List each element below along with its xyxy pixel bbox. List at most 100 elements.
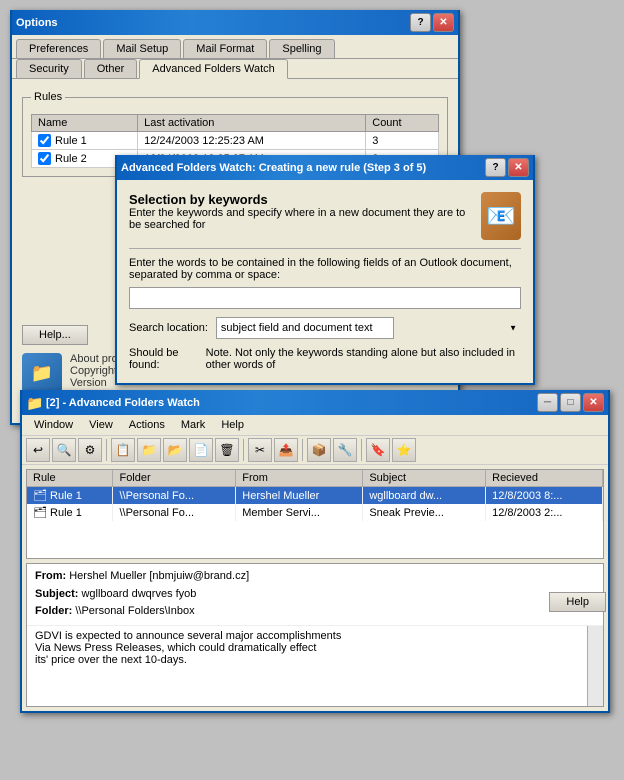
afw-maximize-btn[interactable]: □ bbox=[560, 393, 581, 412]
wizard-title: Advanced Folders Watch: Creating a new r… bbox=[121, 162, 485, 174]
search-location-wrapper: subject field and document text bbox=[216, 317, 521, 339]
menu-help[interactable]: Help bbox=[213, 417, 252, 433]
wizard-content: Selection by keywords Enter the keywords… bbox=[117, 180, 533, 383]
should-be-found-row: Should be found: Note. Not only the keyw… bbox=[129, 347, 521, 371]
table-row[interactable]: Rule 1 12/24/2003 12:25:23 AM 3 bbox=[32, 132, 439, 150]
options-tabs-row1: Preferences Mail Setup Mail Format Spell… bbox=[12, 35, 458, 59]
row2-rule: 🗂 Rule 1 bbox=[27, 504, 113, 521]
rule1-last-activation: 12/24/2003 12:25:23 AM bbox=[138, 132, 366, 150]
help-button[interactable]: Help... bbox=[22, 325, 88, 345]
row1-rule: 🗂 Rule 1 bbox=[27, 487, 113, 505]
tab-mail-format[interactable]: Mail Format bbox=[183, 39, 267, 58]
toolbar-btn-2[interactable]: 🔍 bbox=[52, 438, 76, 462]
toolbar-sep-2 bbox=[243, 439, 244, 461]
afw-help-button-overlay[interactable]: Help bbox=[549, 592, 606, 612]
menu-window[interactable]: Window bbox=[26, 417, 81, 433]
menu-view[interactable]: View bbox=[81, 417, 121, 433]
tab-other[interactable]: Other bbox=[84, 59, 138, 78]
toolbar-btn-7[interactable]: 📄 bbox=[189, 438, 213, 462]
preview-subject-row: Subject: wgllboard dwqrves fyob bbox=[35, 586, 595, 604]
tab-advanced-folders[interactable]: Advanced Folders Watch bbox=[139, 59, 287, 79]
preview-subject-label: Subject: bbox=[35, 588, 78, 600]
menu-actions[interactable]: Actions bbox=[121, 417, 173, 433]
rule2-checkbox[interactable] bbox=[38, 152, 51, 165]
preview-scrollbar[interactable] bbox=[587, 626, 603, 706]
preview-from-row: From: Hershel Mueller [nbmjuiw@brand.cz] bbox=[35, 568, 595, 586]
rule1-checkbox[interactable] bbox=[38, 134, 51, 147]
note-text: Note. Not only the keywords standing alo… bbox=[206, 347, 521, 371]
table-row[interactable]: 🗂 Rule 1 \\Personal Fo... Member Servi..… bbox=[27, 504, 603, 521]
preview-subject-value: wgllboard dwqrves fyob bbox=[81, 588, 196, 600]
afw-minimize-btn[interactable]: ─ bbox=[537, 393, 558, 412]
wizard-divider bbox=[129, 248, 521, 249]
should-be-found-label: Should be found: bbox=[129, 347, 198, 371]
rules-group-label: Rules bbox=[31, 91, 65, 103]
toolbar-btn-10[interactable]: 📤 bbox=[274, 438, 298, 462]
toolbar-btn-1[interactable]: ↩ bbox=[26, 438, 50, 462]
afw-col-subject: Subject bbox=[363, 470, 486, 487]
toolbar-btn-14[interactable]: ⭐ bbox=[392, 438, 416, 462]
toolbar-btn-9[interactable]: ✂ bbox=[248, 438, 272, 462]
table-row[interactable]: 🗂 Rule 1 \\Personal Fo... Hershel Muelle… bbox=[27, 487, 603, 505]
preview-header: From: Hershel Mueller [nbmjuiw@brand.cz]… bbox=[27, 564, 603, 626]
afw-col-received: Recieved bbox=[486, 470, 603, 487]
toolbar-btn-8[interactable]: 🗑 bbox=[215, 438, 239, 462]
afw-preview: From: Hershel Mueller [nbmjuiw@brand.cz]… bbox=[26, 563, 604, 707]
col-count: Count bbox=[366, 115, 439, 132]
afw-title-bar: 📁 [2] - Advanced Folders Watch ─ □ ✕ bbox=[22, 390, 608, 415]
toolbar-sep-3 bbox=[302, 439, 303, 461]
tab-mail-setup[interactable]: Mail Setup bbox=[103, 39, 181, 58]
tab-security[interactable]: Security bbox=[16, 59, 82, 78]
toolbar-btn-5[interactable]: 📁 bbox=[137, 438, 161, 462]
wizard-header-row: Selection by keywords Enter the keywords… bbox=[129, 192, 521, 240]
options-close-btn[interactable]: ✕ bbox=[433, 13, 454, 32]
toolbar-btn-12[interactable]: 🔧 bbox=[333, 438, 357, 462]
search-location-row: Search location: subject field and docum… bbox=[129, 317, 521, 339]
menu-mark[interactable]: Mark bbox=[173, 417, 213, 433]
wizard-title-bar: Advanced Folders Watch: Creating a new r… bbox=[117, 155, 533, 180]
preview-folder-value: \\Personal Folders\Inbox bbox=[75, 605, 194, 617]
row1-from: Hershel Mueller bbox=[236, 487, 363, 505]
afw-close-btn[interactable]: ✕ bbox=[583, 393, 604, 412]
preview-folder-label: Folder: bbox=[35, 605, 72, 617]
col-last-activation: Last activation bbox=[138, 115, 366, 132]
toolbar-btn-11[interactable]: 📦 bbox=[307, 438, 331, 462]
options-title: Options bbox=[16, 17, 410, 29]
options-tabs-row2: Security Other Advanced Folders Watch bbox=[12, 59, 458, 79]
preview-from-value: Hershel Mueller [nbmjuiw@brand.cz] bbox=[69, 570, 249, 582]
tab-preferences[interactable]: Preferences bbox=[16, 39, 101, 58]
row2-folder: \\Personal Fo... bbox=[113, 504, 236, 521]
toolbar-btn-3[interactable]: ⚙ bbox=[78, 438, 102, 462]
rule1-count: 3 bbox=[366, 132, 439, 150]
wizard-window: Advanced Folders Watch: Creating a new r… bbox=[115, 155, 535, 385]
options-help-title-btn[interactable]: ? bbox=[410, 13, 431, 32]
preview-body: GDVI is expected to announce several maj… bbox=[27, 626, 603, 706]
col-name: Name bbox=[32, 115, 138, 132]
row2-received: 12/8/2003 2:... bbox=[486, 504, 603, 521]
row1-rule-icon: 🗂 bbox=[33, 490, 47, 502]
wizard-close-btn[interactable]: ✕ bbox=[508, 158, 529, 177]
search-location-select[interactable]: subject field and document text bbox=[216, 317, 394, 339]
rule1-name: Rule 1 bbox=[32, 132, 138, 150]
toolbar-btn-13[interactable]: 🔖 bbox=[366, 438, 390, 462]
toolbar-btn-6[interactable]: 📂 bbox=[163, 438, 187, 462]
wizard-section-title: Selection by keywords bbox=[129, 192, 473, 207]
wizard-icon: 📧 bbox=[481, 192, 521, 240]
afw-title-buttons: ─ □ ✕ bbox=[537, 393, 604, 412]
row2-subject: Sneak Previe... bbox=[363, 504, 486, 521]
toolbar-btn-4[interactable]: 📋 bbox=[111, 438, 135, 462]
preview-body-text: GDVI is expected to announce several maj… bbox=[35, 630, 341, 666]
toolbar-sep-4 bbox=[361, 439, 362, 461]
afw-toolbar: ↩ 🔍 ⚙ 📋 📁 📂 📄 🗑 ✂ 📤 📦 🔧 🔖 ⭐ bbox=[22, 436, 608, 465]
tab-spelling[interactable]: Spelling bbox=[269, 39, 334, 58]
afw-window: 📁 [2] - Advanced Folders Watch ─ □ ✕ Win… bbox=[20, 390, 610, 713]
row1-subject: wgllboard dw... bbox=[363, 487, 486, 505]
keyword-input[interactable] bbox=[129, 287, 521, 309]
wizard-help-title-btn[interactable]: ? bbox=[485, 158, 506, 177]
wizard-section-desc: Enter the keywords and specify where in … bbox=[129, 207, 473, 231]
afw-window-icon: 📁 bbox=[26, 395, 42, 411]
row2-from: Member Servi... bbox=[236, 504, 363, 521]
afw-table: Rule Folder From Subject Recieved 🗂 Rule… bbox=[27, 470, 603, 521]
afw-col-from: From bbox=[236, 470, 363, 487]
wizard-instruction: Enter the words to be contained in the f… bbox=[129, 257, 521, 281]
